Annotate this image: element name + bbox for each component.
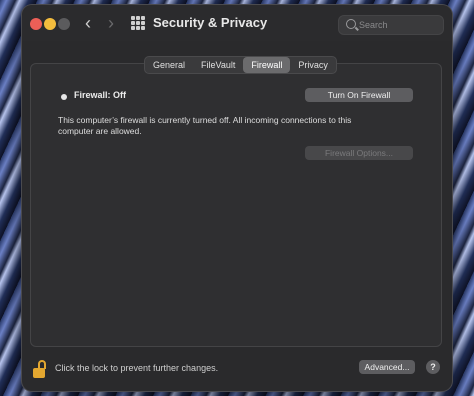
search-input[interactable]: [359, 17, 439, 33]
turn-on-firewall-button[interactable]: Turn On Firewall: [305, 88, 413, 102]
lock-hint: Click the lock to prevent further change…: [55, 363, 219, 373]
chevron-right-icon[interactable]: ›: [102, 14, 120, 32]
tab-bar: General FileVault Firewall Privacy: [144, 56, 337, 74]
firewall-panel: Firewall: Off Turn On Firewall This comp…: [30, 63, 442, 347]
tab-filevault[interactable]: FileVault: [193, 57, 243, 73]
status-indicator: [61, 94, 67, 100]
close-icon[interactable]: [30, 18, 42, 30]
firewall-description: This computer’s firewall is currently tu…: [58, 115, 352, 136]
footer-bar: Click the lock to prevent further change…: [22, 350, 452, 390]
firewall-options-button[interactable]: Firewall Options...: [305, 146, 413, 160]
search-field[interactable]: [338, 15, 444, 35]
minimize-icon[interactable]: [44, 18, 56, 30]
firewall-status: Firewall: Off: [74, 90, 127, 100]
lock-icon[interactable]: [33, 360, 47, 378]
window-title: Security & Privacy: [153, 15, 268, 30]
grid-icon[interactable]: [131, 16, 145, 30]
tab-general[interactable]: General: [145, 57, 193, 73]
tab-privacy[interactable]: Privacy: [290, 57, 336, 73]
search-icon: [346, 19, 356, 29]
zoom-icon[interactable]: [58, 18, 70, 30]
tab-firewall[interactable]: Firewall: [243, 57, 291, 73]
help-button[interactable]: ?: [426, 360, 440, 374]
advanced-button[interactable]: Advanced...: [359, 360, 415, 374]
preferences-window: ‹ › Security & Privacy Firewall: Off Tur…: [22, 5, 452, 391]
chevron-left-icon[interactable]: ‹: [79, 14, 97, 32]
title-bar: ‹ › Security & Privacy: [22, 5, 452, 41]
